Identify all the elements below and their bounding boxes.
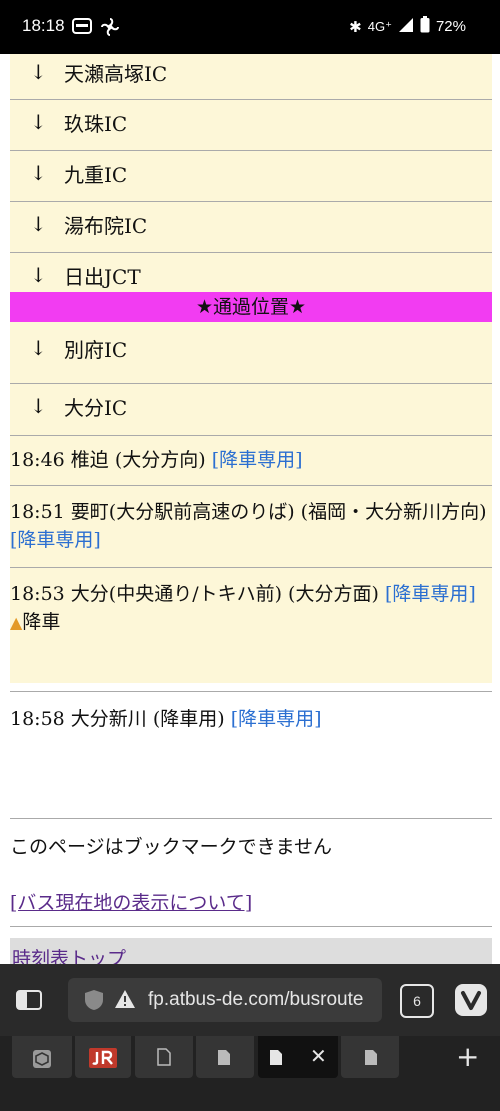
close-tab-icon[interactable]: ✕ [310, 1044, 327, 1068]
stop-name: 天瀬高塚IC [64, 62, 168, 86]
document-icon [218, 1050, 230, 1065]
stop-name: 別府IC [64, 338, 128, 362]
down-arrow: ↓ [30, 60, 47, 84]
shield-icon[interactable] [84, 989, 104, 1015]
divider [10, 818, 492, 819]
warning-icon[interactable] [114, 989, 136, 1013]
new-tab-plus-icon[interactable]: + [456, 1040, 479, 1073]
document-icon [157, 1048, 171, 1066]
url-text[interactable]: fp.atbus-de.com/busroute [148, 989, 378, 1011]
list-item: ↓ 大分IC [10, 384, 492, 436]
alighting-only-link[interactable]: [降車専用] [231, 708, 322, 730]
divider [10, 691, 492, 692]
tab-count-button[interactable]: 6 [400, 984, 434, 1018]
list-item: ↓ 日出JCT [10, 253, 492, 292]
stop-name: 大分IC [64, 396, 128, 420]
browser-toolbar: fp.atbus-de.com/busroute 6 [0, 964, 500, 1036]
table-row: 18:53 大分(中央通り/トキハ前) (大分方面) [降車専用] ▲降車 [10, 568, 492, 683]
web-page: ↓ 天瀬高塚IC ↓ 玖珠IC ↓ 九重IC ↓ 湯布院IC ↓ 日出JCT ★… [0, 54, 500, 964]
down-arrow: ↓ [30, 336, 47, 360]
bus-location-row: [バス現在地の表示について] [10, 889, 492, 917]
tab-page-3[interactable] [341, 1036, 399, 1078]
jr-logo-icon [89, 1048, 117, 1068]
stop-name: 湯布院IC [64, 214, 148, 238]
entry-text: 18:46 椎迫 (大分方向) [10, 449, 212, 471]
passing-position-bar: ★通過位置★ [10, 292, 492, 322]
cube-icon [33, 1050, 51, 1068]
document-icon [365, 1050, 377, 1065]
storage-icon [72, 17, 92, 40]
alighting-note: 降車 [22, 611, 61, 633]
stop-name: 九重IC [64, 163, 128, 187]
timetable-top-bar: 時刻表トップ [10, 938, 492, 964]
down-arrow: ↓ [30, 110, 47, 134]
list-item: ↓ 湯布院IC [10, 202, 492, 253]
panel-toggle-icon[interactable] [16, 990, 42, 1014]
bookmark-note: このページはブックマークできません [10, 836, 333, 858]
entry-text: 18:51 要町(大分駅前高速のりば) (福岡・大分新川方向) [10, 501, 487, 523]
triangle-icon: ▲ [10, 613, 23, 632]
alighting-only-link[interactable]: [降車専用] [212, 449, 303, 471]
down-arrow: ↓ [30, 394, 47, 418]
document-icon [270, 1050, 282, 1065]
list-item: ↓ 天瀬高塚IC [10, 54, 492, 100]
stop-name: 日出JCT [64, 265, 141, 289]
tab-active[interactable]: ✕ [258, 1036, 338, 1078]
alighting-only-link[interactable]: [降車専用] [10, 529, 101, 551]
down-arrow: ↓ [30, 263, 47, 287]
final-stop-entry: 18:58 大分新川 (降車用) [降車専用] [10, 705, 492, 733]
list-item: ↓ 九重IC [10, 151, 492, 202]
bluetooth-icon: ✱ [349, 18, 362, 36]
entry-text: 18:58 大分新川 (降車用) [10, 708, 231, 730]
signal-icon [398, 17, 414, 37]
battery-level: 72% [435, 18, 466, 35]
network-type: 4G⁺ [367, 18, 392, 34]
tab-page-2[interactable] [196, 1036, 254, 1078]
divider [10, 926, 492, 927]
tab-bar: ✕ + [0, 1036, 500, 1111]
status-time: 18:18 [22, 16, 65, 35]
battery-icon [420, 16, 430, 37]
route-section: ↓ 天瀬高塚IC ↓ 玖珠IC ↓ 九重IC ↓ 湯布院IC ↓ 日出JCT ★… [10, 54, 492, 683]
table-row: 18:46 椎迫 (大分方向) [降車専用] [10, 436, 492, 486]
status-bar: 18:18 ✱ 4G⁺ 72% [0, 0, 500, 54]
stop-name: 玖珠IC [64, 112, 128, 136]
vivaldi-menu-icon[interactable] [455, 984, 487, 1016]
entry-text: 18:53 大分(中央通り/トキハ前) (大分方面) [10, 583, 385, 605]
address-bar[interactable]: fp.atbus-de.com/busroute [68, 978, 382, 1022]
bus-location-link[interactable]: [バス現在地の表示について] [10, 892, 252, 914]
list-item: ↓ 別府IC [10, 322, 492, 384]
down-arrow: ↓ [30, 212, 47, 236]
fan-icon [100, 17, 120, 42]
tab-page-1[interactable] [135, 1036, 193, 1078]
table-row: 18:51 要町(大分駅前高速のりば) (福岡・大分新川方向) [降車専用] [10, 486, 492, 568]
list-item: ↓ 玖珠IC [10, 100, 492, 151]
tab-jr[interactable] [75, 1036, 131, 1078]
down-arrow: ↓ [30, 161, 47, 185]
alighting-only-link[interactable]: [降車専用] [385, 583, 476, 605]
timetable-top-link[interactable]: 時刻表トップ [12, 944, 126, 964]
tab-cube[interactable] [12, 1036, 72, 1078]
